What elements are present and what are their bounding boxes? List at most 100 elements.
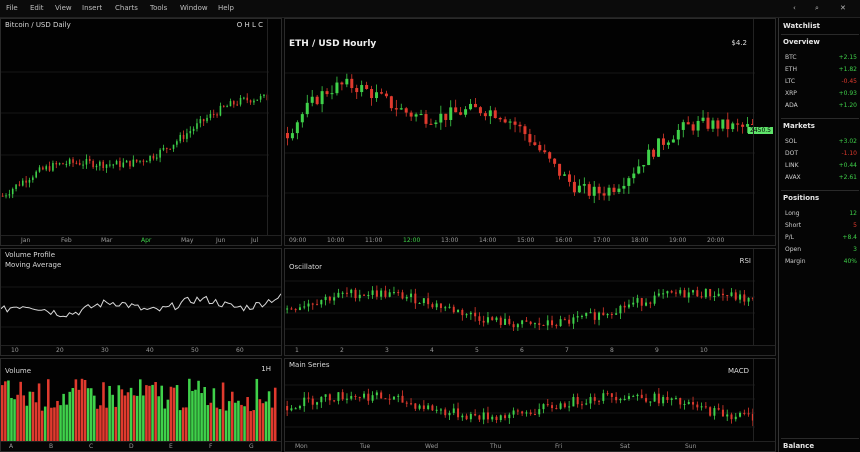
row-label: P/L [785,234,794,241]
watchlist-row[interactable]: P/L +8.4 [779,234,860,243]
candle-body [652,149,656,157]
candle-body [700,296,703,298]
candle-body [657,393,660,404]
candle-body [206,117,208,122]
candle-body [739,412,742,417]
candle-body [452,306,455,313]
price-axis[interactable] [753,359,775,451]
time-axis[interactable]: 09:00 10:00 11:00 12:00 13:00 14:00 15:0… [285,235,775,245]
menu-edit[interactable]: Edit [30,4,44,12]
candle-body [483,113,487,117]
time-axis[interactable]: A B C D E F G [1,441,281,451]
candle-body [726,119,730,130]
candle-body [109,164,111,166]
chart-panel-top-left[interactable]: Bitcoin / USD Daily O H L C Jan Feb Mar … [0,18,282,246]
candle-body [15,184,17,189]
volume-bar [178,410,182,441]
volume-bar [13,399,16,441]
menu-help[interactable]: Help [218,4,234,12]
menu-charts[interactable]: Charts [115,4,138,12]
candle-body [285,133,289,139]
candle-body [602,393,605,401]
watchlist-row[interactable]: AVAX +2.61 [779,174,860,183]
candlestick-chart[interactable] [1,31,269,237]
watchlist-row[interactable]: LTC -0.45 [779,78,860,87]
price-axis[interactable] [753,249,775,355]
close-icon[interactable]: ✕ [840,4,846,12]
menu-tools[interactable]: Tools [150,4,167,12]
watchlist-row[interactable]: LINK +0.44 [779,162,860,171]
candle-body [290,408,293,411]
watchlist-row[interactable]: BTC +2.15 [779,54,860,63]
chevron-left-icon[interactable]: ‹ [793,4,796,12]
menu-file[interactable]: File [6,4,18,12]
candle-body [559,403,562,409]
chart-panel-volume[interactable]: Volume 1H A B C D E F G [0,358,282,452]
volume-bar [108,385,111,441]
chart-panel-mid-left[interactable]: Volume Profile Moving Average 10 20 30 4… [0,248,282,356]
candle-body [316,402,319,405]
row-value: 40% [843,258,857,265]
candle-body [726,295,729,297]
chart-panel-main[interactable]: ETH / USD Hourly $4.2 2450.5 09:00 10:00… [284,18,776,246]
row-label: ADA [785,102,798,109]
watchlist-row[interactable]: Open 3 [779,246,860,255]
volume-bar [154,382,157,441]
x-tick: 11:00 [365,237,383,244]
timeframe-badge[interactable]: 1H [261,365,271,373]
row-label: Margin [785,258,806,265]
candle-body [743,412,746,414]
time-axis[interactable]: 10 20 30 40 50 60 [1,345,281,355]
candle-body [666,142,670,145]
candle-body [734,416,737,420]
candle-body [333,297,336,301]
candle-body [528,134,532,143]
menu-window[interactable]: Window [180,4,208,12]
x-tick: 13:00 [441,237,459,244]
candle-body [653,393,656,402]
candle-body [8,194,11,196]
volume-bar [31,391,35,441]
watchlist-row[interactable]: XRP +0.93 [779,90,860,99]
line-chart[interactable] [1,267,281,347]
candle-body [427,405,430,409]
time-axis[interactable]: 1 2 3 4 5 6 7 8 9 10 [285,345,775,355]
candlestick-chart[interactable] [285,265,755,345]
candle-body [380,290,383,297]
price-axis[interactable] [753,19,775,245]
candle-body [657,138,661,157]
watchlist-row[interactable]: DOT -1.10 [779,150,860,159]
watchlist-row[interactable]: ETH +1.82 [779,66,860,75]
search-icon[interactable]: ⌕ [815,4,819,13]
candle-body [216,114,218,116]
candlestick-chart[interactable] [285,371,755,441]
candle-body [431,304,434,308]
volume-bar [1,385,4,441]
volume-histogram[interactable] [1,375,277,441]
time-axis[interactable]: Jan Feb Mar Apr May Jun Jul [1,235,281,245]
panel-title: Main Series [289,361,330,369]
candle-body [687,292,690,298]
chart-panel-macd[interactable]: Main Series MACD Mon Tue Wed Thu Fri Sat… [284,358,776,452]
candle-body [166,147,168,149]
watchlist-row[interactable]: Margin 40% [779,258,860,267]
x-tick: 10 [700,347,708,354]
menu-insert[interactable]: Insert [82,4,102,12]
candlestick-chart[interactable] [285,33,755,233]
candle-body [647,149,651,166]
row-value: 3 [853,246,857,253]
x-tick: 6 [520,347,524,354]
watchlist-row[interactable]: Short 5 [779,222,860,231]
watchlist-row[interactable]: SOL +3.02 [779,138,860,147]
candle-body [384,290,387,297]
chart-panel-oscillator[interactable]: Oscillator RSI 1 2 3 4 5 6 7 8 9 10 [284,248,776,356]
watchlist-row[interactable]: ADA +1.20 [779,102,860,111]
candle-body [389,96,393,109]
candle-body [585,312,588,316]
time-axis[interactable]: Mon Tue Wed Thu Fri Sat Sun [285,441,775,451]
menu-view[interactable]: View [55,4,72,12]
candle-body [286,406,289,411]
watchlist-row[interactable]: Long 12 [779,210,860,219]
candle-body [606,314,609,316]
price-axis[interactable] [267,19,281,245]
